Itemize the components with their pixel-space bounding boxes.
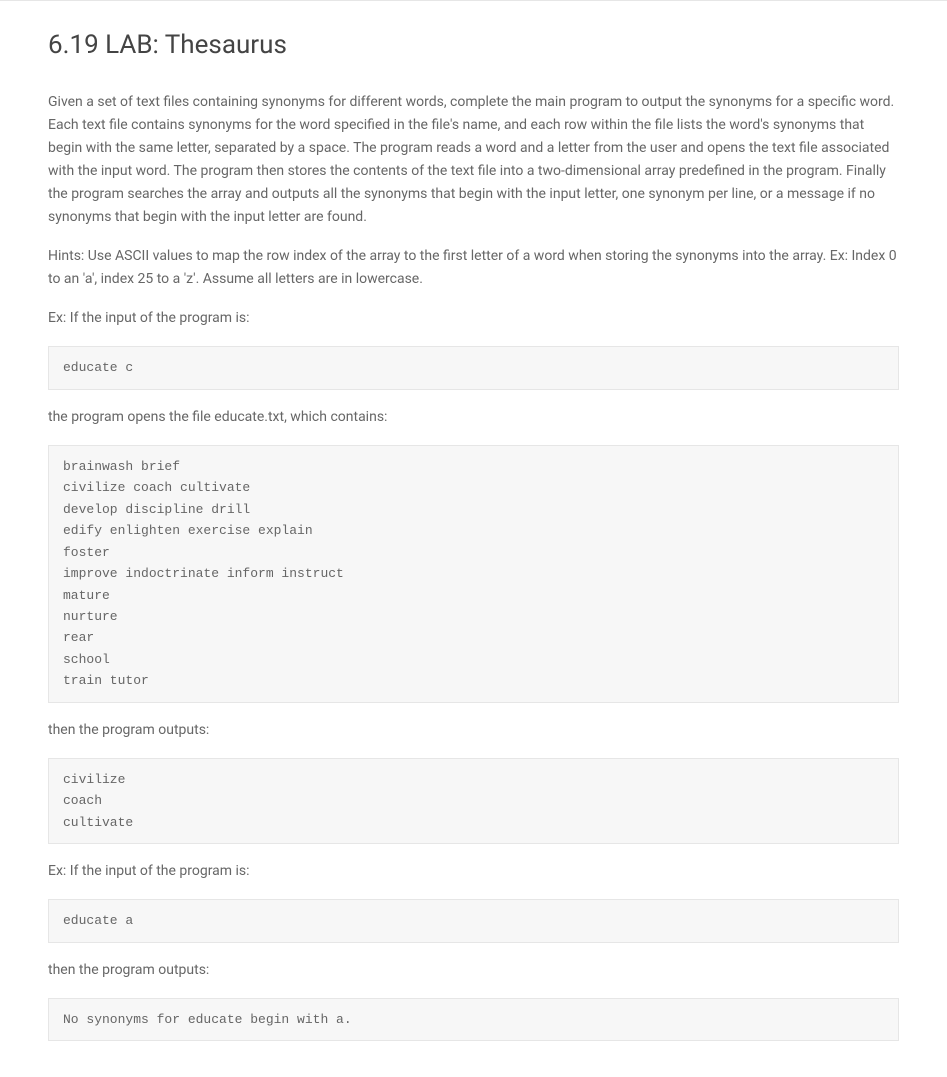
example2-prompt: Ex: If the input of the program is: bbox=[48, 860, 899, 883]
lab-content: 6.19 LAB: Thesaurus Given a set of text … bbox=[0, 1, 947, 1077]
example2-output-code: No synonyms for educate begin with a. bbox=[48, 998, 899, 1041]
example1-file-opens: the program opens the file educate.txt, … bbox=[48, 406, 899, 429]
example2-output-label: then the program outputs: bbox=[48, 959, 899, 982]
example1-output-label: then the program outputs: bbox=[48, 719, 899, 742]
example1-input-code: educate c bbox=[48, 346, 899, 389]
example2-input-code: educate a bbox=[48, 899, 899, 942]
example1-output-code: civilize coach cultivate bbox=[48, 758, 899, 844]
intro-paragraph: Given a set of text files containing syn… bbox=[48, 91, 899, 230]
example1-prompt: Ex: If the input of the program is: bbox=[48, 307, 899, 330]
hints-paragraph: Hints: Use ASCII values to map the row i… bbox=[48, 245, 899, 291]
lab-title: 6.19 LAB: Thesaurus bbox=[48, 25, 899, 67]
file-contents-code: brainwash brief civilize coach cultivate… bbox=[48, 445, 899, 703]
